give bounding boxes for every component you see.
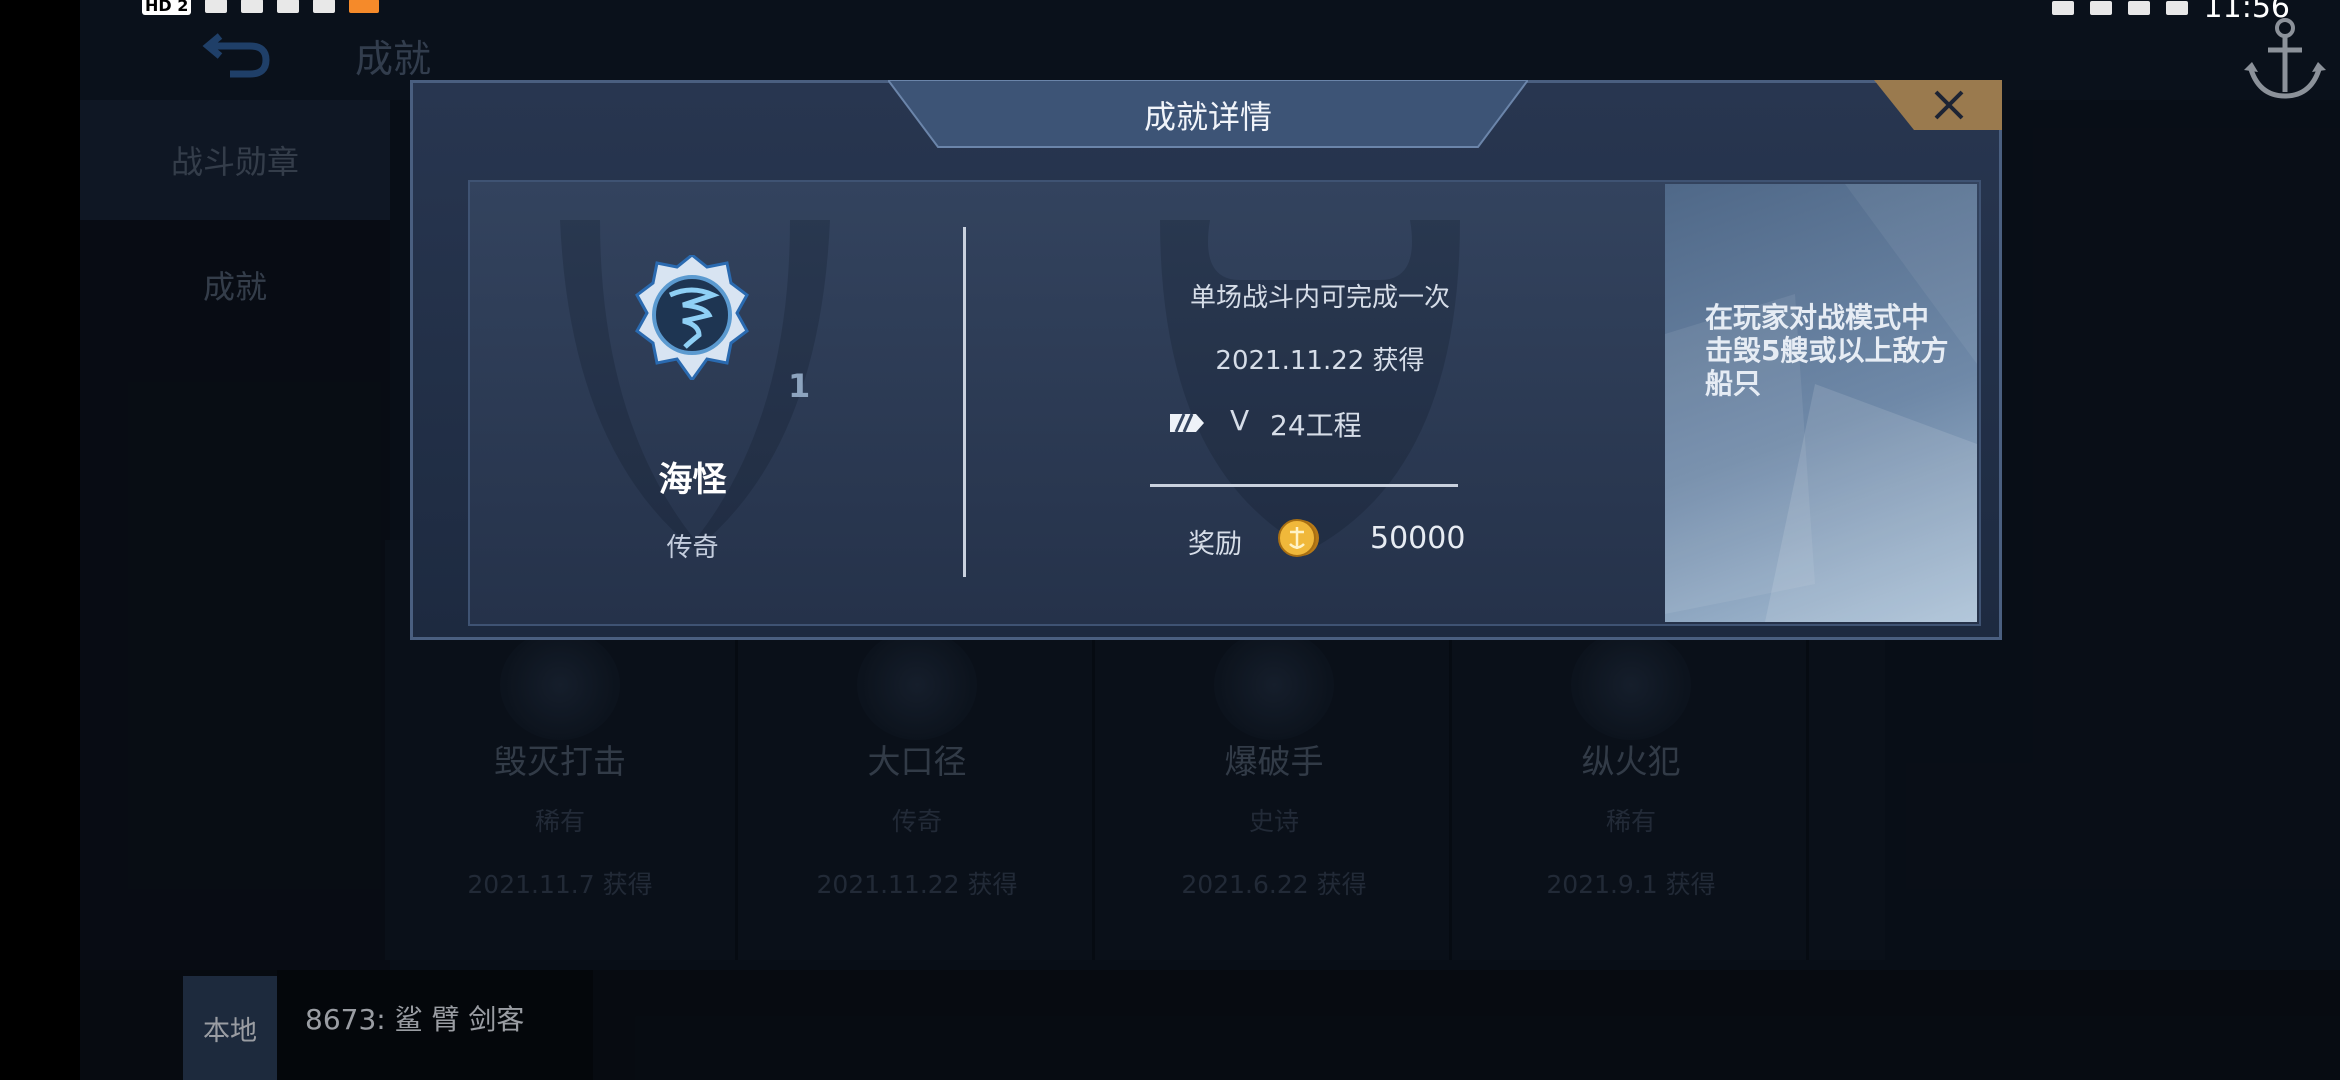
reward-value: 50000 <box>1370 521 1466 556</box>
medal-level: 1 <box>788 367 811 405</box>
achievement-detail-dialog: 成就详情 1 海怪 传奇 单场战斗内可完成一次 2021.11.22 获得 V <box>410 80 2002 640</box>
close-icon[interactable] <box>1874 80 2002 130</box>
achievement-condition: 单场战斗内可完成一次 <box>1189 283 1450 313</box>
achievement-name: 海怪 <box>658 460 727 500</box>
alarm-icon <box>2089 0 2112 15</box>
notification-icon <box>313 0 336 13</box>
mute-icon <box>2127 0 2150 15</box>
divider <box>963 227 966 577</box>
app-notification-icon <box>349 0 380 13</box>
battery-icon <box>2165 0 2188 15</box>
achievement-description: 在玩家对战模式中击毁5艘或以上敌方船只 <box>1705 301 1949 400</box>
detail-panel: 1 海怪 传奇 单场战斗内可完成一次 2021.11.22 获得 V 24工程 … <box>468 180 1981 626</box>
signal-icon <box>241 0 264 13</box>
flag-icon <box>1170 413 1204 433</box>
dialog-header-plate <box>888 80 1528 148</box>
shield-watermark-icon <box>1160 220 1460 550</box>
description-panel: 在玩家对战模式中击毁5艘或以上敌方船只 <box>1665 184 1977 622</box>
gold-coin-icon <box>1278 519 1319 557</box>
reward-label: 奖励 <box>1188 529 1242 560</box>
status-bar: HD 2 11:56 <box>0 0 2340 25</box>
player-rank: V <box>1230 404 1250 437</box>
eye-icon <box>2051 0 2074 15</box>
achievement-rarity: 传奇 <box>666 533 719 563</box>
hd-badge: HD 2 <box>142 0 192 15</box>
signal-icon <box>205 0 228 13</box>
achievement-date: 2021.11.22 获得 <box>1215 346 1425 376</box>
decorative-pattern <box>1665 184 1977 622</box>
separator-line <box>1150 484 1458 487</box>
sea-monster-medal-icon <box>635 255 749 380</box>
player-name: 24工程 <box>1270 409 1362 442</box>
clock: 11:56 <box>2203 0 2290 25</box>
wifi-icon <box>277 0 300 13</box>
player-info: V 24工程 <box>1170 404 1530 444</box>
